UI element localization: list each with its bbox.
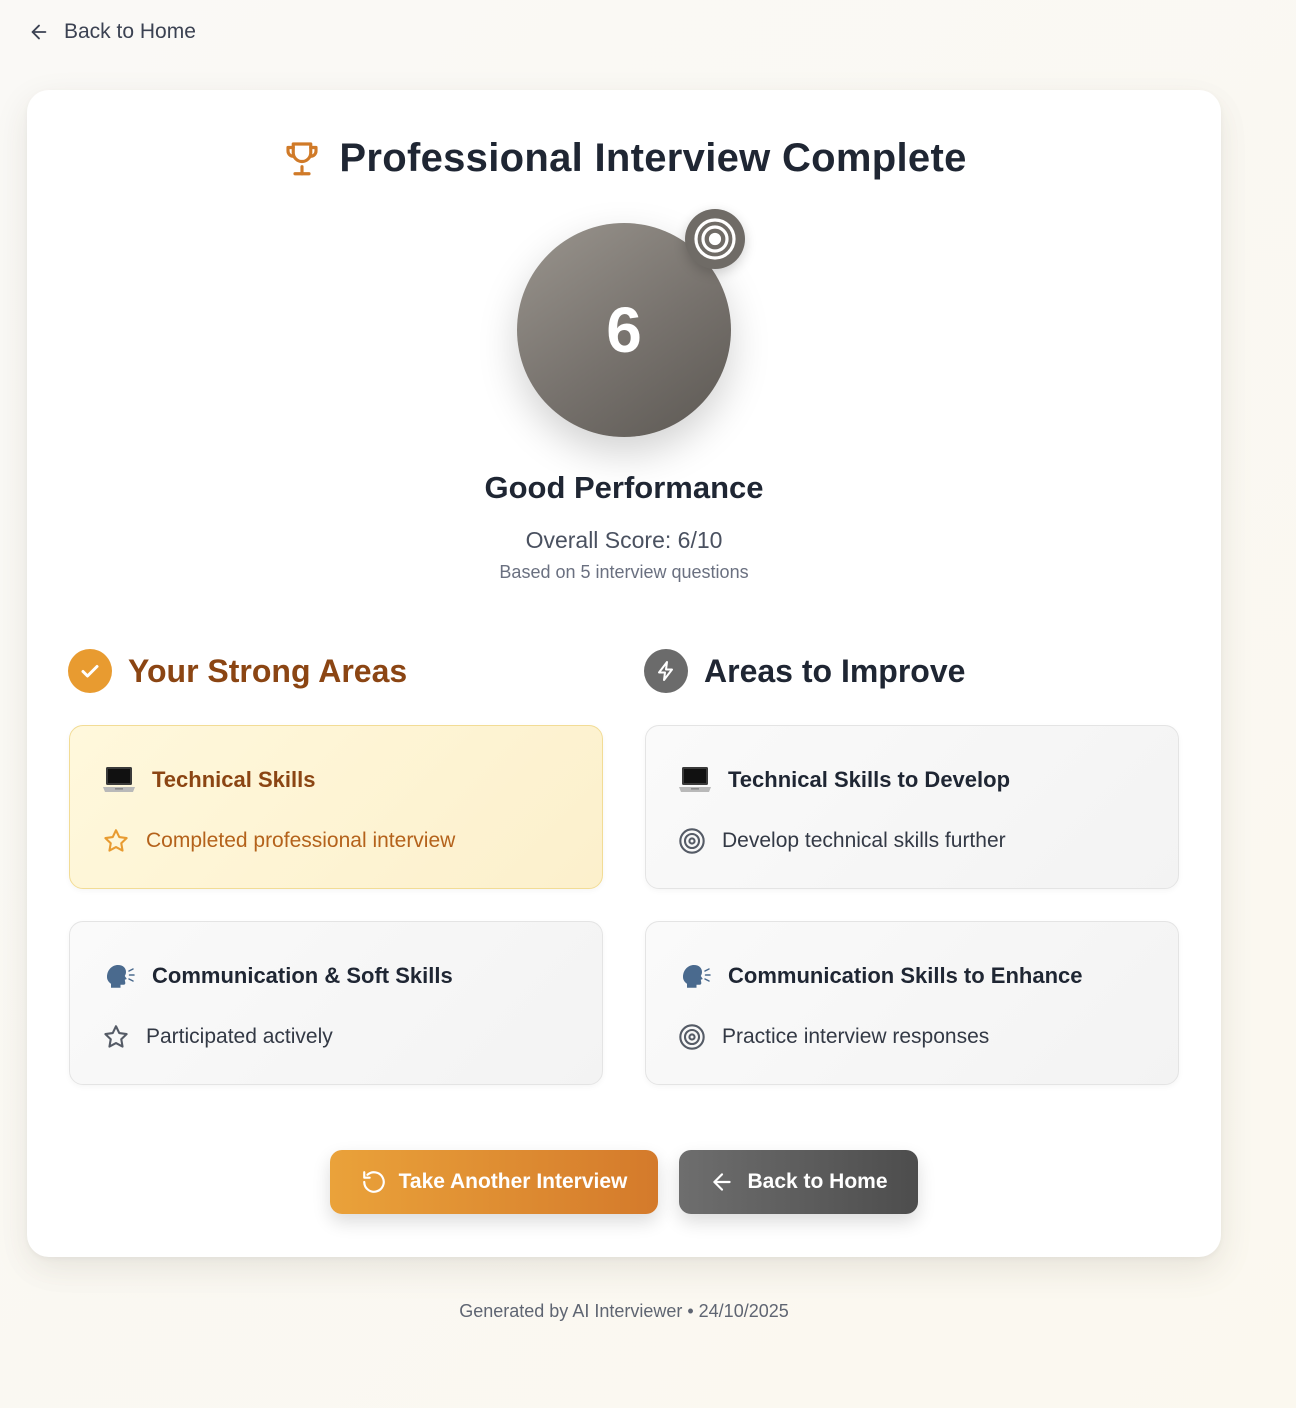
strong-card-technical: Technical Skills Completed professional …	[69, 725, 603, 889]
performance-label: Good Performance	[484, 470, 764, 505]
take-another-interview-button[interactable]: Take Another Interview	[330, 1150, 658, 1214]
improve-areas-heading: Areas to Improve	[644, 649, 965, 693]
star-icon	[104, 829, 128, 852]
lightning-icon	[644, 649, 688, 693]
strong-areas-title: Your Strong Areas	[128, 652, 408, 689]
strong-card-communication: Communication & Soft Skills Participated…	[69, 921, 603, 1085]
card-title: Communication Skills to Enhance	[728, 963, 1083, 988]
take-another-interview-label: Take Another Interview	[398, 1170, 628, 1193]
refresh-icon	[362, 1171, 385, 1193]
card-title: Communication & Soft Skills	[152, 963, 453, 988]
target-badge	[685, 209, 745, 269]
laptop-icon	[103, 767, 135, 792]
score-display: 6	[517, 209, 745, 437]
speaking-head-icon	[683, 965, 711, 988]
arrow-left-icon	[713, 1173, 732, 1191]
score-value: 6	[606, 294, 642, 366]
card-item: Practice interview responses	[722, 1025, 990, 1048]
trophy-icon	[286, 142, 318, 176]
improve-card-technical: Technical Skills to Develop Develop tech…	[645, 725, 1179, 889]
improve-card-communication: Communication Skills to Enhance Practice…	[645, 921, 1179, 1085]
arrow-left-icon	[31, 24, 47, 40]
card-item: Participated actively	[146, 1025, 333, 1048]
back-to-home-button[interactable]: Back to Home	[679, 1150, 918, 1214]
laptop-icon	[679, 767, 711, 792]
target-icon	[679, 828, 705, 854]
speaking-head-icon	[107, 965, 135, 988]
footer-text: Generated by AI Interviewer • 24/10/2025	[459, 1301, 789, 1321]
page-header: Professional Interview Complete	[27, 134, 1221, 182]
strong-areas-heading: Your Strong Areas	[68, 649, 407, 693]
back-to-home-button-label: Back to Home	[747, 1170, 888, 1193]
overall-score: Overall Score: 6/10	[525, 527, 723, 553]
card-item: Completed professional interview	[146, 829, 456, 852]
card-item: Develop technical skills further	[722, 829, 1006, 852]
target-icon	[694, 218, 736, 260]
questions-count: Based on 5 interview questions	[499, 562, 749, 582]
star-icon	[104, 1025, 128, 1048]
back-to-home-link[interactable]: Back to Home	[28, 18, 196, 46]
card-title: Technical Skills to Develop	[728, 767, 1011, 792]
page-title: Professional Interview Complete	[339, 135, 967, 180]
card-title: Technical Skills	[152, 767, 316, 792]
back-to-home-label: Back to Home	[64, 20, 196, 43]
results-card: Professional Interview Complete 6 Good P…	[27, 90, 1221, 1257]
check-circle-icon	[68, 649, 112, 693]
improve-areas-title: Areas to Improve	[704, 652, 966, 689]
target-icon	[679, 1024, 705, 1050]
